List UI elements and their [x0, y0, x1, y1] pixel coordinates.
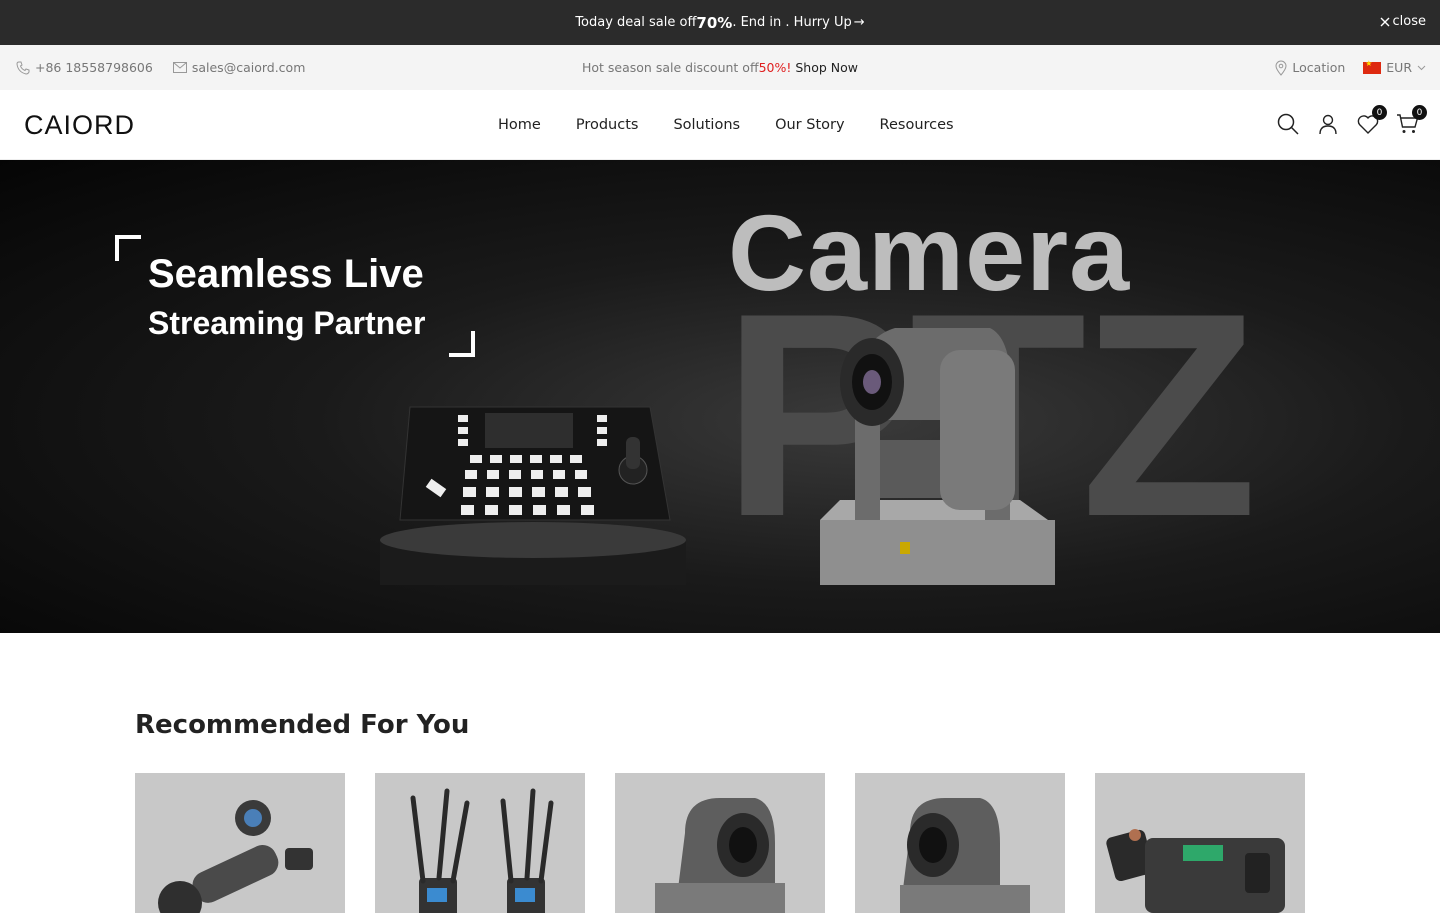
promo-exclamation: ! — [786, 60, 792, 75]
nav-home[interactable]: Home — [498, 117, 541, 133]
announcement-bar: Today deal sale off 70% . End in . Hurry… — [0, 0, 1440, 45]
info-bar: +86 18558798606 sales@caiord.com Hot sea… — [0, 45, 1440, 90]
phone-link[interactable]: +86 18558798606 — [16, 60, 153, 75]
site-header: CAIORD Home Products Solutions Our Story… — [0, 90, 1440, 160]
nav-our-story[interactable]: Our Story — [775, 117, 844, 133]
hero-camera-word: Camera — [728, 192, 1131, 313]
product-card[interactable] — [135, 773, 345, 913]
shop-now-link[interactable]: Shop Now — [795, 60, 858, 75]
ptz-camera-thumb-image — [900, 798, 1030, 913]
section-title: Recommended For You — [135, 710, 470, 740]
product-card[interactable] — [615, 773, 825, 913]
announcement-text-after: . End in . Hurry Up — [732, 15, 852, 30]
promo-text-before: Hot season sale discount off — [581, 60, 759, 75]
nav-resources[interactable]: Resources — [880, 117, 954, 133]
close-icon — [1380, 17, 1390, 26]
location-pin-icon — [1275, 60, 1287, 76]
action-camera-kit-image — [158, 800, 313, 913]
cart-button[interactable]: 0 — [1396, 105, 1427, 136]
wireless-microphone-kit-image — [1106, 829, 1285, 913]
search-button[interactable] — [1276, 112, 1300, 136]
nav-products[interactable]: Products — [576, 117, 639, 133]
product-card[interactable] — [375, 773, 585, 913]
search-icon — [1277, 113, 1299, 135]
close-announcement-button[interactable]: close — [1380, 14, 1426, 29]
mail-icon — [172, 62, 187, 73]
main-nav: Home Products Solutions Our Story Resour… — [498, 90, 954, 160]
chevron-down-icon — [1417, 65, 1426, 70]
frame-corner-top-left — [115, 235, 141, 261]
china-flag-icon — [1363, 59, 1382, 74]
location-link[interactable]: Location — [1275, 60, 1345, 76]
announcement-highlight: 70% — [696, 13, 733, 32]
announcement-text: Today deal sale off — [575, 15, 697, 30]
ptz-controller-image — [380, 406, 686, 585]
hero-banner[interactable]: PTZ Camera Seamless Live Streaming Partn… — [0, 160, 1440, 633]
phone-number: +86 18558798606 — [35, 60, 153, 75]
currency-selector[interactable]: EUR — [1363, 59, 1426, 75]
hero-headline: Seamless Live — [148, 252, 424, 296]
hero-subheadline: Streaming Partner — [148, 305, 426, 341]
wishlist-count-badge: 0 — [1372, 105, 1387, 120]
product-card[interactable] — [855, 773, 1065, 913]
phone-icon — [16, 61, 30, 75]
close-label: close — [1392, 14, 1426, 29]
currency-label: EUR — [1386, 60, 1412, 75]
email-link[interactable]: sales@caiord.com — [172, 60, 306, 75]
email-address: sales@caiord.com — [191, 60, 306, 75]
nav-solutions[interactable]: Solutions — [673, 117, 740, 133]
wishlist-button[interactable]: 0 — [1356, 105, 1387, 136]
promo-percent: 50% — [758, 60, 787, 75]
user-icon — [1319, 114, 1337, 135]
product-carousel — [135, 773, 1305, 913]
frame-corner-bottom-right — [449, 331, 475, 357]
ptz-camera-image — [820, 328, 1055, 585]
account-button[interactable] — [1316, 112, 1340, 136]
wireless-video-transmitter-image — [410, 788, 554, 913]
cart-count-badge: 0 — [1412, 105, 1427, 120]
product-card[interactable] — [1095, 773, 1305, 913]
location-label: Location — [1292, 60, 1346, 75]
arrow-right-icon: → — [853, 15, 865, 30]
ptz-camera-thumb-image — [655, 798, 785, 913]
brand-logo[interactable]: CAIORD — [24, 110, 135, 141]
